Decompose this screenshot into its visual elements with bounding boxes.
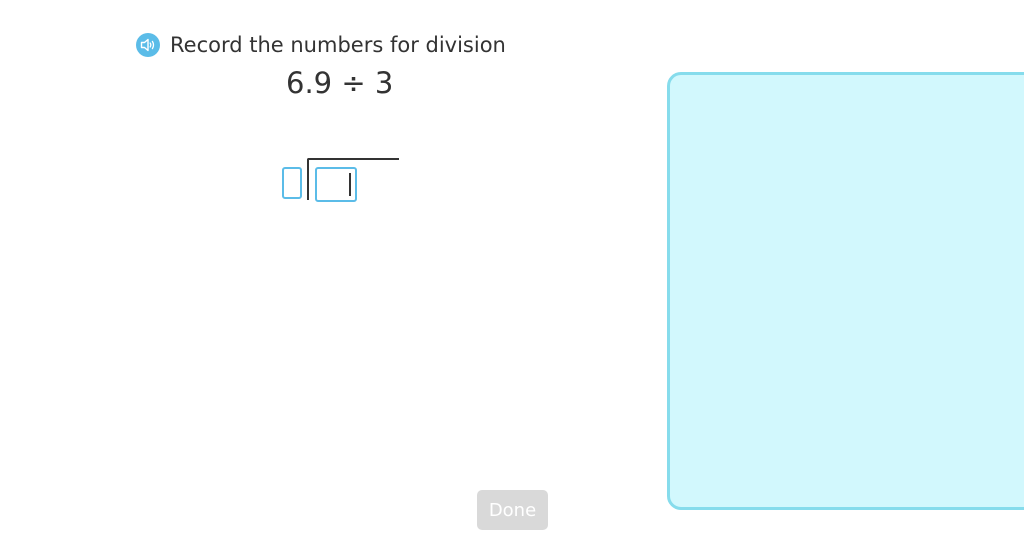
divisor-input[interactable] xyxy=(282,167,302,199)
instruction: Record the numbers for division xyxy=(136,30,506,60)
dividend-input[interactable] xyxy=(315,167,357,202)
text-cursor xyxy=(349,173,351,196)
read-aloud-button[interactable] xyxy=(136,33,160,57)
division-expression: 6.9 ÷ 3 xyxy=(286,66,394,100)
long-division-bracket-area xyxy=(280,156,410,208)
done-button[interactable]: Done xyxy=(477,490,548,530)
speaker-icon xyxy=(140,38,155,52)
instruction-text: Record the numbers for division xyxy=(170,33,506,57)
scratchpad-panel[interactable] xyxy=(667,72,1024,510)
activity-page: Record the numbers for division 6.9 ÷ 3 … xyxy=(0,0,1024,560)
